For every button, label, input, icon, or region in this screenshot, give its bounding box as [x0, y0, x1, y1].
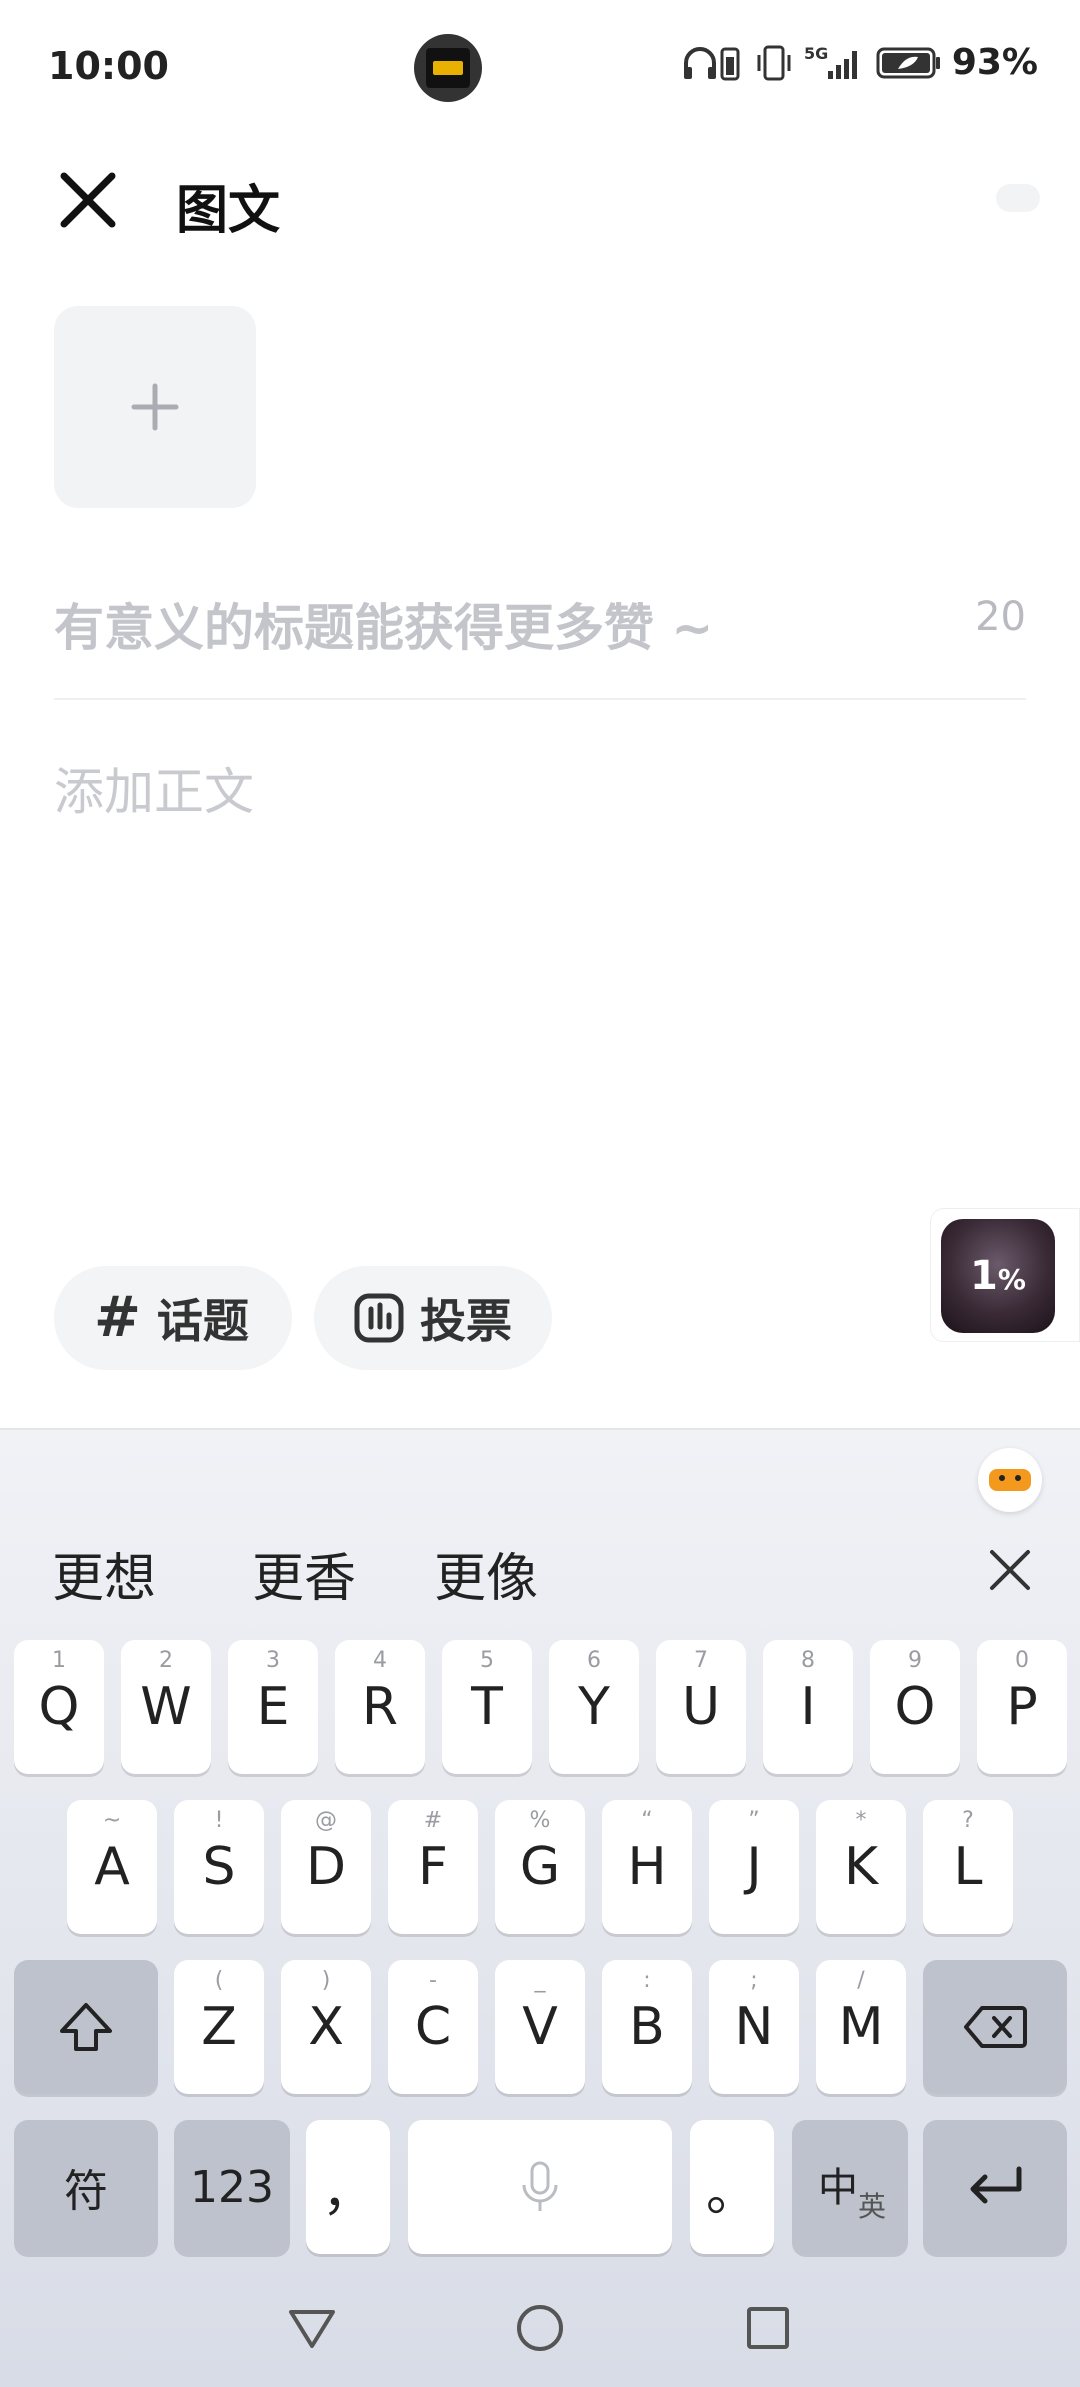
- add-image-button[interactable]: [54, 306, 256, 508]
- key-d[interactable]: @ D: [281, 1800, 371, 1934]
- key-r[interactable]: 4R: [335, 1640, 425, 1774]
- key-c[interactable]: -C: [388, 1960, 478, 2094]
- key-j[interactable]: ” J: [709, 1800, 799, 1934]
- numbers-key[interactable]: 123: [174, 2120, 290, 2254]
- poll-icon: [354, 1293, 404, 1343]
- key-a[interactable]: ~ A: [67, 1800, 157, 1934]
- vibrate-icon: [754, 43, 794, 83]
- key-g[interactable]: % G: [495, 1800, 585, 1934]
- key-z[interactable]: (Z: [174, 1960, 264, 2094]
- nav-recents-button[interactable]: [736, 2296, 800, 2360]
- status-bar: 10:00 5G 93%: [0, 0, 1080, 135]
- backspace-key[interactable]: [923, 1960, 1067, 2094]
- candidate-word[interactable]: 更香: [252, 1536, 356, 1611]
- hashtag-icon: #: [94, 1285, 141, 1350]
- close-icon: [60, 172, 116, 228]
- headphones-battery-icon: [682, 43, 744, 83]
- app-notification-icon: [414, 34, 482, 102]
- enter-icon: [970, 2166, 1022, 2204]
- key-p[interactable]: 0P: [977, 1640, 1067, 1774]
- comma-key[interactable]: ，: [306, 2120, 390, 2254]
- divider: [54, 698, 1026, 700]
- status-icons: 5G 93%: [682, 42, 1038, 83]
- period-key[interactable]: 。: [690, 2120, 774, 2254]
- key-s[interactable]: ! S: [174, 1800, 264, 1934]
- candidate-word[interactable]: 更想: [52, 1536, 156, 1611]
- title-field[interactable]: 有意义的标题能获得更多赞 ~ 20: [54, 570, 1026, 670]
- key-k[interactable]: * K: [816, 1800, 906, 1934]
- key-h[interactable]: “H: [602, 1800, 692, 1934]
- key-e[interactable]: 3E: [228, 1640, 318, 1774]
- symbols-key[interactable]: 符: [14, 2120, 158, 2254]
- enter-key[interactable]: [923, 2120, 1067, 2254]
- key-w[interactable]: 2W: [121, 1640, 211, 1774]
- plus-icon: [131, 383, 179, 431]
- key-q[interactable]: 1Q: [14, 1640, 104, 1774]
- nav-back-button[interactable]: [280, 2296, 344, 2360]
- battery-percent: 93%: [951, 42, 1038, 83]
- back-triangle-icon: [289, 2310, 335, 2348]
- key-m[interactable]: / M: [816, 1960, 906, 2094]
- floating-widget[interactable]: 1%: [930, 1208, 1080, 1342]
- close-button[interactable]: [52, 164, 124, 236]
- header-action-pill[interactable]: [996, 184, 1040, 212]
- language-switch-key[interactable]: 中 英: [792, 2120, 908, 2254]
- signal-icon: 5G: [804, 43, 866, 83]
- recents-square-icon: [747, 2307, 789, 2349]
- network-type-text: 5G: [804, 44, 828, 63]
- body-placeholder[interactable]: 添加正文: [54, 752, 254, 824]
- backspace-icon: [964, 2006, 1027, 2048]
- key-x[interactable]: ) X: [281, 1960, 371, 2094]
- home-circle-icon: [517, 2305, 563, 2351]
- close-icon: [990, 1550, 1030, 1590]
- microphone-icon: [522, 2161, 558, 2211]
- key-v[interactable]: _ V: [495, 1960, 585, 2094]
- shift-icon: [60, 2003, 112, 2051]
- system-nav-bar: [0, 2268, 1080, 2387]
- vote-label: 投票: [420, 1294, 512, 1348]
- shift-key[interactable]: [14, 1960, 158, 2094]
- soft-keyboard: 更想 更香 更像 1Q 2W 3E 4R 5T 6Y 7U 8I 9O 0P ~…: [0, 1428, 1080, 2387]
- key-l[interactable]: ? L: [923, 1800, 1013, 1934]
- floating-value: 1: [970, 1253, 998, 1299]
- key-n[interactable]: ; N: [709, 1960, 799, 2094]
- vote-chip[interactable]: 投票: [314, 1266, 552, 1370]
- topic-chip[interactable]: # 话题: [54, 1266, 292, 1370]
- key-i[interactable]: 8I: [763, 1640, 853, 1774]
- candidates-close-button[interactable]: [980, 1540, 1040, 1600]
- post-editor-screen: 10:00 5G 93% 图文 有意义的标题能获得更多赞 ~ 20 添加正文 #…: [0, 0, 1080, 2387]
- floating-avatar: 1%: [941, 1219, 1055, 1333]
- nav-home-button[interactable]: [508, 2296, 572, 2360]
- candidate-word[interactable]: 更像: [434, 1536, 538, 1611]
- key-t[interactable]: 5T: [442, 1640, 532, 1774]
- title-placeholder[interactable]: 有意义的标题能获得更多赞 ~: [54, 588, 713, 660]
- key-o[interactable]: 9O: [870, 1640, 960, 1774]
- key-f[interactable]: # F: [388, 1800, 478, 1934]
- topic-label: 话题: [156, 1294, 249, 1348]
- battery-icon: [876, 45, 942, 81]
- key-b[interactable]: :B: [602, 1960, 692, 2094]
- key-u[interactable]: 7U: [656, 1640, 746, 1774]
- key-y[interactable]: 6Y: [549, 1640, 639, 1774]
- floating-unit: %: [997, 1263, 1026, 1296]
- title-char-count: 20: [975, 594, 1026, 640]
- page-title: 图文: [176, 181, 281, 241]
- keyboard-mascot-icon[interactable]: [978, 1448, 1042, 1512]
- space-key[interactable]: [408, 2120, 672, 2254]
- status-time: 10:00: [48, 44, 169, 88]
